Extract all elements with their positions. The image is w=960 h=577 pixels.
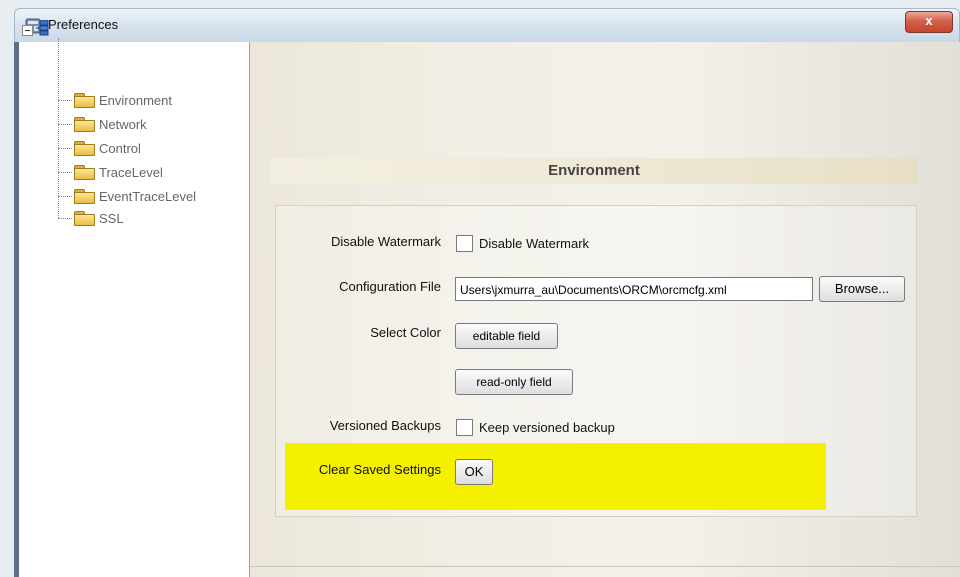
editable-field-color-button[interactable]: editable field <box>455 323 558 349</box>
tree-connector <box>58 100 72 101</box>
tree-item-eventtracelevel[interactable]: EventTraceLevel <box>74 187 196 205</box>
folder-icon <box>74 93 95 108</box>
title-bar: Preferences x <box>14 8 960 43</box>
clear-saved-settings-label: Clear Saved Settings <box>318 462 441 477</box>
tree-item-network[interactable]: Network <box>74 115 147 133</box>
tree-item-label: EventTraceLevel <box>99 188 197 204</box>
preferences-window: Preferences x Environment Network Contro… <box>0 0 960 577</box>
tree-connector <box>58 38 59 218</box>
tree-connector <box>58 172 72 173</box>
tree-item-environment[interactable]: Environment <box>74 91 172 109</box>
tree-connector <box>58 148 72 149</box>
close-button[interactable]: x <box>905 11 953 33</box>
tree-item-label: Network <box>99 116 147 132</box>
tree-item-ssl[interactable]: SSL <box>74 209 124 227</box>
tree-item-label: SSL <box>99 210 124 226</box>
keep-versioned-backup-checkbox[interactable] <box>456 419 473 436</box>
tree-connector <box>58 218 72 219</box>
tree-item-control[interactable]: Control <box>74 139 141 157</box>
folder-icon <box>74 211 95 226</box>
versioned-backups-label: Versioned Backups <box>329 418 441 433</box>
configuration-file-label: Configuration File <box>339 279 441 294</box>
folder-icon <box>74 117 95 132</box>
folder-icon <box>74 141 95 156</box>
select-color-label: Select Color <box>370 325 441 340</box>
section-header: Environment <box>270 158 918 184</box>
ok-button[interactable]: OK <box>455 459 493 485</box>
tree-connector <box>58 124 72 125</box>
disable-watermark-checkbox[interactable] <box>456 235 473 252</box>
tree-item-tracelevel[interactable]: TraceLevel <box>74 163 163 181</box>
tree-item-label: TraceLevel <box>99 164 163 180</box>
network-node-icon[interactable] <box>36 20 50 36</box>
collapse-toggle-icon[interactable] <box>22 25 33 36</box>
disable-watermark-checkbox-label[interactable]: Disable Watermark <box>479 236 589 251</box>
folder-icon <box>74 165 95 180</box>
keep-versioned-backup-checkbox-label[interactable]: Keep versioned backup <box>479 420 615 435</box>
browse-button[interactable]: Browse... <box>819 276 905 302</box>
disable-watermark-label: Disable Watermark <box>330 234 441 249</box>
tree-item-label: Control <box>99 140 141 156</box>
close-icon: x <box>925 13 933 28</box>
tree-item-label: Environment <box>99 92 172 108</box>
panel-divider <box>250 566 960 567</box>
window-title: Preferences <box>48 17 119 32</box>
configuration-file-input[interactable]: Users\jxmurra_au\Documents\ORCM\orcmcfg.… <box>455 277 813 301</box>
tree-connector <box>58 196 72 197</box>
read-only-field-color-button[interactable]: read-only field <box>455 369 573 395</box>
folder-icon <box>74 189 95 204</box>
section-title: Environment <box>548 162 640 179</box>
